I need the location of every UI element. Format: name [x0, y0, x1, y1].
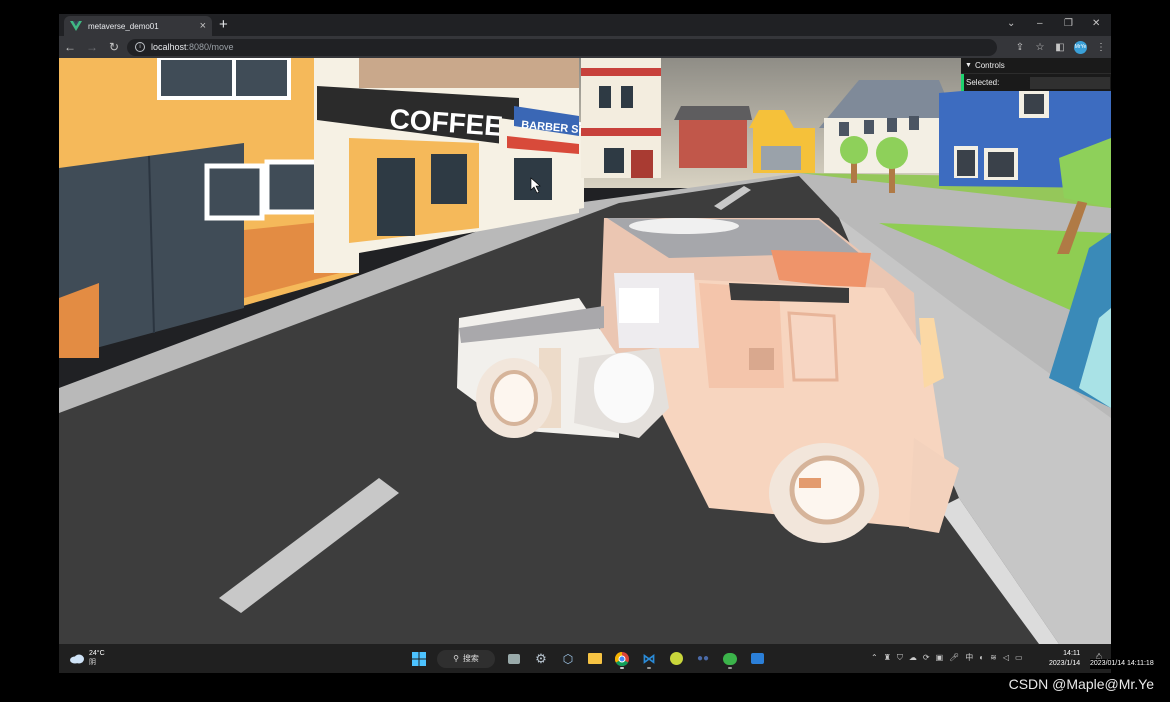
- 3d-scene-canvas[interactable]: COFFEE SHOP BARBER SHOP: [59, 58, 1111, 644]
- running-indicator: [728, 667, 732, 669]
- taskbar-search[interactable]: ⚲ 搜索: [437, 649, 495, 668]
- toolbar-actions: ⇪ ☆ ◧ MrYe ⋮: [1010, 40, 1111, 54]
- search-icon: ⚲: [453, 654, 459, 663]
- weather-temperature: 24°C: [89, 650, 105, 657]
- taskbar-clock[interactable]: 14:11 2023/1/14: [1049, 649, 1080, 669]
- system-tray: ⌃ ♜ ⛉ ☁ ⟳ ▣ 🎤︎ 中 ◐ ≋ ◁ ▭: [871, 652, 1029, 663]
- barber-window: [514, 158, 552, 200]
- weather-widget[interactable]: 24°C 阴: [69, 649, 105, 667]
- window-upper-left: [157, 58, 241, 100]
- app-cube[interactable]: ⬡: [556, 648, 580, 669]
- battery-icon[interactable]: ▭: [1015, 653, 1023, 662]
- tree-mid: [876, 137, 908, 169]
- new-tab-button[interactable]: +: [219, 16, 228, 34]
- site-info-icon[interactable]: i: [135, 42, 145, 52]
- address-bar[interactable]: i localhost:8080/move: [127, 38, 997, 56]
- controls-title: Controls: [974, 61, 1005, 70]
- reload-icon[interactable]: ↻: [103, 40, 125, 54]
- tray-sync-icon[interactable]: ⟳: [923, 653, 930, 662]
- tab-strip: metaverse_demo01 × + ⌄ – ❐ ✕: [59, 14, 1111, 36]
- photos-app[interactable]: [745, 648, 769, 669]
- task-view-icon: [508, 653, 520, 664]
- app-dark[interactable]: ●●: [691, 648, 715, 669]
- tab-search-chevron-icon[interactable]: ⌄: [1007, 17, 1015, 31]
- back-icon[interactable]: ←: [59, 40, 81, 54]
- wechat-icon: [723, 652, 737, 665]
- watermark: CSDN @Maple@Mr.Ye: [1008, 676, 1154, 692]
- cube-icon: ⬡: [562, 651, 574, 666]
- tray-shield-icon[interactable]: ⛉: [897, 653, 903, 663]
- controls-selected-row: Selected:: [961, 74, 1111, 91]
- start-button[interactable]: [407, 648, 431, 669]
- url-host: localhost: [151, 42, 187, 52]
- tray-monitor-icon[interactable]: ▣: [936, 653, 944, 662]
- tab-close-icon[interactable]: ×: [200, 20, 206, 32]
- profile-avatar[interactable]: MrYe: [1074, 40, 1087, 54]
- onedrive-icon[interactable]: ☁: [909, 653, 917, 662]
- ime-indicator[interactable]: 中: [965, 652, 973, 663]
- wechat-app[interactable]: [718, 648, 742, 669]
- chevron-up-icon[interactable]: ⌃: [871, 653, 878, 662]
- controls-panel[interactable]: ▼ Controls Selected:: [961, 58, 1111, 91]
- clock-date: 2023/1/14: [1049, 660, 1081, 667]
- chevron-down-icon: ▼: [965, 62, 972, 69]
- search-label: 搜索: [462, 654, 479, 663]
- browser-toolbar: ← → ↻ i localhost:8080/move ⇪ ☆ ◧ MrYe ⋮: [59, 36, 1111, 58]
- bookmark-star-icon[interactable]: ☆: [1030, 42, 1050, 53]
- forward-icon[interactable]: →: [81, 40, 103, 54]
- windows-taskbar: 24°C 阴 ⚲ 搜索 ⚙ ⬡ ⋈ ●● ⌃ ♜ ⛉ ☁ ⟳ ▣ 🎤︎ 中 ◐ …: [59, 644, 1111, 673]
- tab-metaverse-demo[interactable]: metaverse_demo01 ×: [64, 16, 212, 36]
- minimize-icon[interactable]: –: [1037, 17, 1043, 31]
- windows-logo-icon: [412, 651, 426, 666]
- chrome-icon: [615, 651, 629, 666]
- restore-icon[interactable]: ❐: [1064, 17, 1073, 31]
- coffee-shop-door: [377, 158, 415, 236]
- vscode-app[interactable]: ⋈: [637, 648, 661, 669]
- window-upper-right: [232, 58, 291, 100]
- tree-small: [840, 136, 868, 164]
- url-path: :8080/move: [186, 42, 234, 52]
- folder-icon: [588, 653, 602, 664]
- close-window-icon[interactable]: ✕: [1092, 17, 1100, 31]
- gear-icon: ⚙: [535, 650, 547, 666]
- app-circle-icon: [669, 652, 683, 665]
- selected-label: Selected:: [966, 78, 1000, 87]
- window-mid: [204, 163, 265, 221]
- selected-value-field[interactable]: [1030, 76, 1110, 89]
- window-mid-right: [264, 159, 322, 215]
- tray-app-icon[interactable]: ♜: [884, 653, 891, 662]
- recording-timestamp: 2023/01/14 14:11:18: [1090, 659, 1154, 669]
- red-house: [679, 120, 747, 168]
- share-icon[interactable]: ⇪: [1010, 42, 1030, 53]
- photos-icon: [750, 653, 764, 664]
- vue-logo-icon: [70, 21, 82, 31]
- browser-window: metaverse_demo01 × + ⌄ – ❐ ✕ ← → ↻ i loc…: [59, 14, 1111, 644]
- chrome-app[interactable]: [610, 648, 634, 669]
- speaker-icon[interactable]: ◁: [1003, 653, 1009, 662]
- coffee-shop-window: [431, 154, 467, 204]
- taskbar-apps: ⚲ 搜索 ⚙ ⬡ ⋈ ●●: [407, 648, 772, 669]
- tab-title: metaverse_demo01: [88, 21, 159, 31]
- app-dots-icon: ●●: [696, 653, 710, 664]
- side-panel-icon[interactable]: ◧: [1050, 42, 1070, 53]
- webgl-viewport[interactable]: COFFEE SHOP BARBER SHOP ▼ Controls Selec…: [59, 58, 1111, 644]
- running-indicator: [620, 667, 624, 669]
- cloud-icon: [70, 654, 84, 663]
- clock-time: 14:11: [1063, 650, 1081, 657]
- file-explorer-app[interactable]: [583, 648, 607, 669]
- wifi-icon[interactable]: ≋: [990, 653, 997, 662]
- task-view-button[interactable]: [502, 648, 526, 669]
- running-indicator: [647, 667, 651, 669]
- more-menu-icon[interactable]: ⋮: [1091, 42, 1111, 53]
- app-yellow[interactable]: [664, 648, 688, 669]
- ime-mode-icon[interactable]: ◐: [979, 653, 984, 662]
- weather-condition: 阴: [89, 659, 96, 666]
- settings-app[interactable]: ⚙: [529, 648, 553, 669]
- vscode-icon: ⋈: [642, 650, 656, 666]
- microphone-icon[interactable]: 🎤︎: [949, 653, 959, 662]
- controls-header[interactable]: ▼ Controls: [961, 58, 1111, 74]
